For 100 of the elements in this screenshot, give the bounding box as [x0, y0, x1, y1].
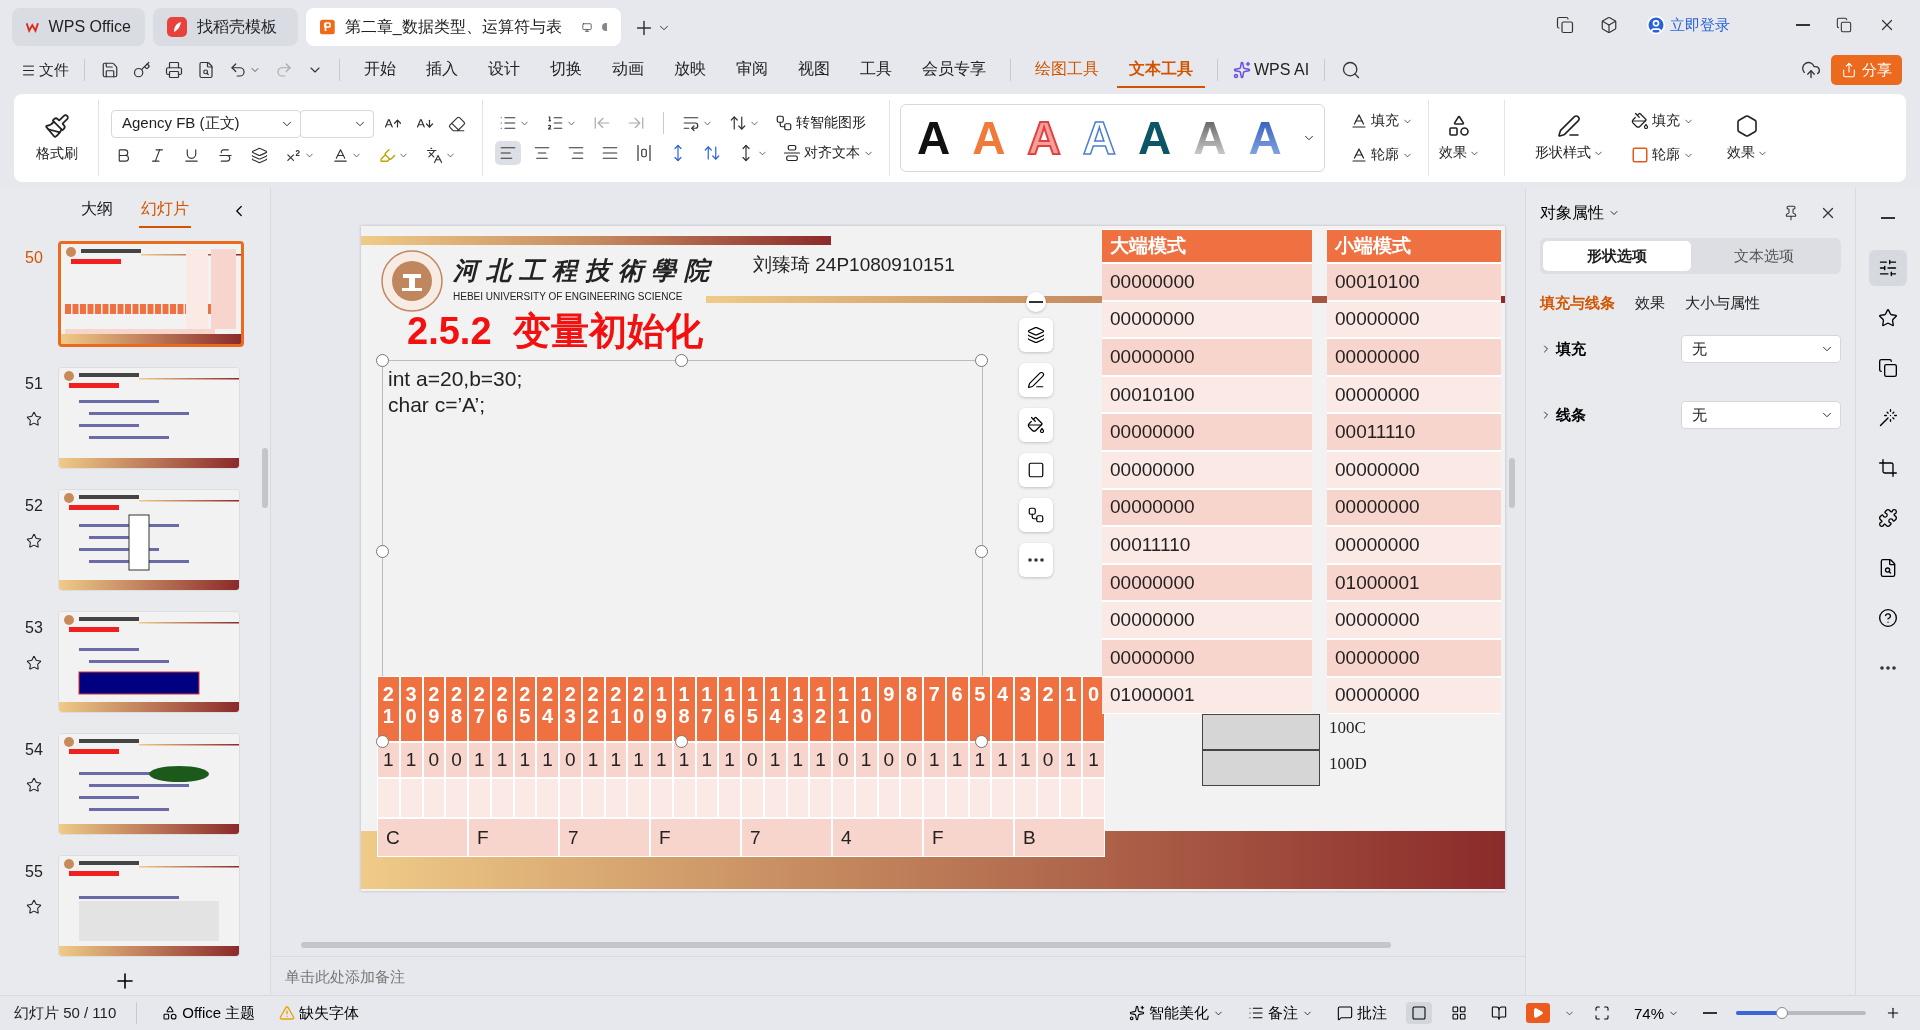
login-button[interactable]: 立即登录 [1640, 14, 1736, 36]
document-tab[interactable]: 找稻壳模板 [153, 8, 298, 46]
bit-cell: 0 [833, 743, 854, 777]
panel-title[interactable]: 对象属性 [1540, 202, 1620, 224]
bit-position: 20 [632, 683, 645, 729]
bit-cell: 1 [969, 743, 991, 777]
menu-tab[interactable]: 放映 [662, 52, 718, 88]
menu-tab[interactable]: 审阅 [724, 52, 780, 88]
slide-number: 54 [25, 741, 43, 759]
menu-tab[interactable]: 会员专享 [910, 52, 998, 88]
address-label: 100C [1329, 718, 1366, 738]
menu-tab[interactable]: 插入 [414, 52, 470, 88]
bit-position: 9 [882, 683, 896, 707]
document-tab[interactable]: 第二章_数据类型、运算符与表 [306, 8, 621, 46]
school-english-name: HEBEI UNIVERSITY OF ENGINEERING SCIENCE [453, 291, 684, 302]
bit-cell: 1 [924, 743, 945, 777]
table-header: 小端模式 [1327, 230, 1501, 262]
bit-cell: 1 [855, 743, 877, 777]
table-cell: 00011110 [1327, 414, 1501, 450]
address-label: 100D [1329, 754, 1367, 774]
shape-fill-button[interactable]: 填充 [1627, 110, 1697, 132]
shape-style-button[interactable]: 形状样式 [1528, 112, 1610, 164]
table-cell: 00000000 [1102, 301, 1312, 338]
comments-button[interactable]: 批注 [1331, 1000, 1392, 1026]
document-tab[interactable]: WPS Office [12, 8, 145, 46]
bit-cell: 1 [1015, 743, 1036, 777]
notes-button[interactable]: 备注 [1242, 1000, 1318, 1026]
bit-position: 6 [950, 683, 964, 707]
zoom-level-button[interactable]: 74% [1628, 1001, 1684, 1025]
bit-cell: 0 [560, 743, 581, 777]
bit-position: 13 [791, 683, 805, 729]
property-select[interactable]: 无 [1681, 335, 1841, 363]
hex-cell: C [378, 819, 467, 856]
align-text-button[interactable]: 对齐文本 [780, 142, 877, 164]
bit-cell: 1 [787, 743, 809, 777]
code-line: int a=20,b=30; [388, 366, 523, 392]
bit-position: 2 [1041, 683, 1055, 707]
menu-tab[interactable]: 动画 [600, 52, 656, 88]
bit-cell: 1 [514, 743, 536, 777]
bit-position: 26 [495, 683, 509, 729]
missing-font-button[interactable]: 缺失字体 [274, 1000, 365, 1026]
bit-position: 23 [563, 683, 577, 729]
menu-tab[interactable]: 设计 [476, 52, 532, 88]
table-cell: 00000000 [1327, 677, 1501, 714]
hex-cell: 4 [833, 819, 922, 856]
bit-position: 14 [768, 683, 782, 729]
text-effect-button[interactable]: 效果 [1432, 112, 1486, 164]
shape-effect-button[interactable]: 效果 [1720, 112, 1774, 164]
notes-field[interactable]: 单击此处添加备注 [283, 966, 687, 986]
text-outline-button[interactable]: 轮廓 [1346, 144, 1416, 166]
bit-cell: 1 [582, 743, 604, 777]
shape-outline-button[interactable]: 轮廓 [1627, 144, 1697, 166]
bit-cell: 1 [1083, 743, 1104, 777]
bit-cell: 0 [742, 743, 763, 777]
ai-button[interactable]: WPS AI [1230, 59, 1313, 81]
hex-cell: 7 [560, 819, 649, 856]
smart-graphic-button[interactable]: 转智能图形 [772, 112, 869, 134]
format-painter-button[interactable]: 格式刷 [30, 111, 84, 165]
theme-button[interactable]: Office 主题 [157, 1000, 261, 1026]
bit-cell: 1 [946, 743, 968, 777]
panel-tab[interactable]: 大纲 [79, 193, 115, 228]
table-cell: 01000001 [1327, 564, 1501, 601]
bit-cell: 1 [537, 743, 558, 777]
table-cell: 00000000 [1102, 451, 1312, 488]
menu-tab[interactable]: 工具 [848, 52, 904, 88]
menu-tab[interactable]: 开始 [352, 52, 408, 88]
table-cell: 00000000 [1327, 451, 1501, 488]
bit-position: 15 [745, 683, 759, 729]
property-section[interactable]: 线条 [1540, 405, 1586, 425]
property-tab[interactable]: 效果 [1635, 292, 1665, 315]
bit-position: 11 [836, 683, 850, 729]
table-cell: 00000000 [1327, 527, 1501, 563]
menu-tab[interactable]: 视图 [786, 52, 842, 88]
bit-position: 10 [859, 683, 873, 729]
option-tab[interactable]: 形状选项 [1543, 241, 1691, 271]
menu-tab[interactable]: 切换 [538, 52, 594, 88]
bit-position: 21 [609, 683, 623, 729]
property-tab[interactable]: 大小与属性 [1685, 292, 1760, 315]
text-fill-button[interactable]: 填充 [1346, 110, 1416, 132]
slide-title: 2.5.2 变量初始化 [407, 309, 703, 354]
bit-position: 21 [381, 683, 395, 729]
hex-cell: B [1015, 819, 1104, 856]
table-cell: 00000000 [1327, 489, 1501, 526]
table-cell: 00011110 [1102, 527, 1312, 563]
school-name: 河北工程技術學院 [453, 255, 717, 287]
bit-position: 30 [404, 683, 418, 729]
bit-cell: 0 [901, 743, 922, 777]
property-select[interactable]: 无 [1681, 401, 1841, 429]
option-tab[interactable]: 文本选项 [1690, 241, 1838, 271]
bit-position: 0 [1087, 683, 1100, 707]
table-cell: 00000000 [1102, 264, 1312, 300]
hex-cell: 7 [742, 819, 831, 856]
bit-cell: 0 [878, 743, 900, 777]
bit-cell: 0 [1037, 743, 1059, 777]
file-menu[interactable]: 文件 [18, 58, 72, 82]
author-text: 刘臻琦 24P1080910151 [753, 253, 955, 277]
panel-tab[interactable]: 幻灯片 [139, 193, 191, 228]
beautify-button[interactable]: 智能美化 [1123, 1000, 1229, 1026]
table-cell: 00000000 [1327, 639, 1501, 676]
property-section[interactable]: 填充 [1540, 339, 1586, 359]
